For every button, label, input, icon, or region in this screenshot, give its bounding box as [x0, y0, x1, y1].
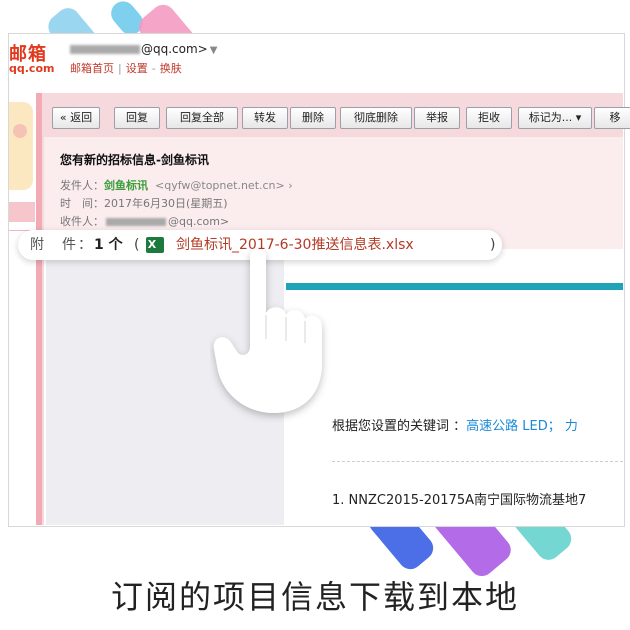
time-label: 时 间：	[60, 197, 104, 210]
keyword-values[interactable]: 高速公路 LED； 力	[466, 419, 578, 434]
recipient-row: 收件人： @qq.com>	[60, 213, 229, 229]
mascot-image	[9, 102, 33, 190]
link-mail-home[interactable]: 邮箱首页	[70, 62, 114, 75]
keyword-label: 根据您设置的关键词 ：	[332, 419, 467, 434]
result-item[interactable]: 1. NNZC2015-20175A南宁国际物流基地7	[332, 489, 586, 508]
mail-header: 邮箱 qq.com @qq.com> ▼ 邮箱首页 | 设置 - 换肤	[9, 34, 624, 94]
sidebar-item[interactable]	[9, 202, 35, 222]
sender-label: 发件人：	[60, 179, 104, 192]
chevron-down-icon: ▼	[209, 45, 218, 56]
page-caption: 订阅的项目信息下载到本地	[110, 578, 519, 616]
account-menu[interactable]: @qq.com> ▼	[70, 42, 217, 56]
reply-all-button[interactable]: 回复全部	[166, 107, 238, 129]
blurred-username	[70, 45, 140, 54]
hand-pointer-icon	[213, 249, 322, 413]
report-button[interactable]: 举报	[414, 107, 460, 129]
blurred-recipient	[106, 218, 166, 226]
keyword-line: 根据您设置的关键词 ：高速公路 LED； 力	[332, 415, 578, 434]
move-button[interactable]: 移	[594, 107, 630, 129]
mail-subject: 您有新的招标信息-剑鱼标讯	[60, 153, 209, 167]
recipient-address: @qq.com>	[168, 215, 230, 228]
attachment-count: 1 个	[94, 237, 123, 253]
reject-button[interactable]: 拒收	[466, 107, 512, 129]
divider	[332, 461, 623, 462]
attachment-label: 附 件：	[30, 237, 94, 253]
header-links: 邮箱首页 | 设置 - 换肤	[70, 62, 182, 75]
open-paren: (	[134, 237, 140, 253]
link-settings[interactable]: 设置	[126, 62, 148, 75]
reply-button[interactable]: 回复	[114, 107, 160, 129]
sender-row: 发件人：剑鱼标讯 <qyfw@topnet.net.cn> ›	[60, 179, 293, 192]
mark-as-dropdown[interactable]: 标记为... ▾	[518, 107, 592, 129]
account-address: @qq.com>	[141, 42, 208, 56]
recipient-label: 收件人：	[60, 215, 104, 228]
delete-button[interactable]: 删除	[290, 107, 336, 129]
mail-logo-domain: qq.com	[9, 62, 55, 75]
excel-file-icon	[146, 230, 164, 260]
link-change-skin[interactable]: 换肤	[160, 62, 182, 75]
time-row: 时 间：2017年6月30日(星期五)	[60, 195, 228, 211]
mail-toolbar: « 返回 回复 回复全部 转发 删除 彻底删除 举报 拒收 标记为... ▾ 移	[52, 107, 630, 131]
forward-button[interactable]: 转发	[242, 107, 288, 129]
pane-edge	[36, 93, 42, 525]
sender-address: <qyfw@topnet.net.cn>	[155, 179, 285, 192]
time-value: 2017年6月30日(星期五)	[104, 197, 228, 210]
sender-name[interactable]: 剑鱼标讯	[104, 179, 148, 192]
back-button[interactable]: « 返回	[52, 107, 100, 129]
delete-permanently-button[interactable]: 彻底删除	[340, 107, 412, 129]
close-paren: )	[490, 237, 496, 253]
